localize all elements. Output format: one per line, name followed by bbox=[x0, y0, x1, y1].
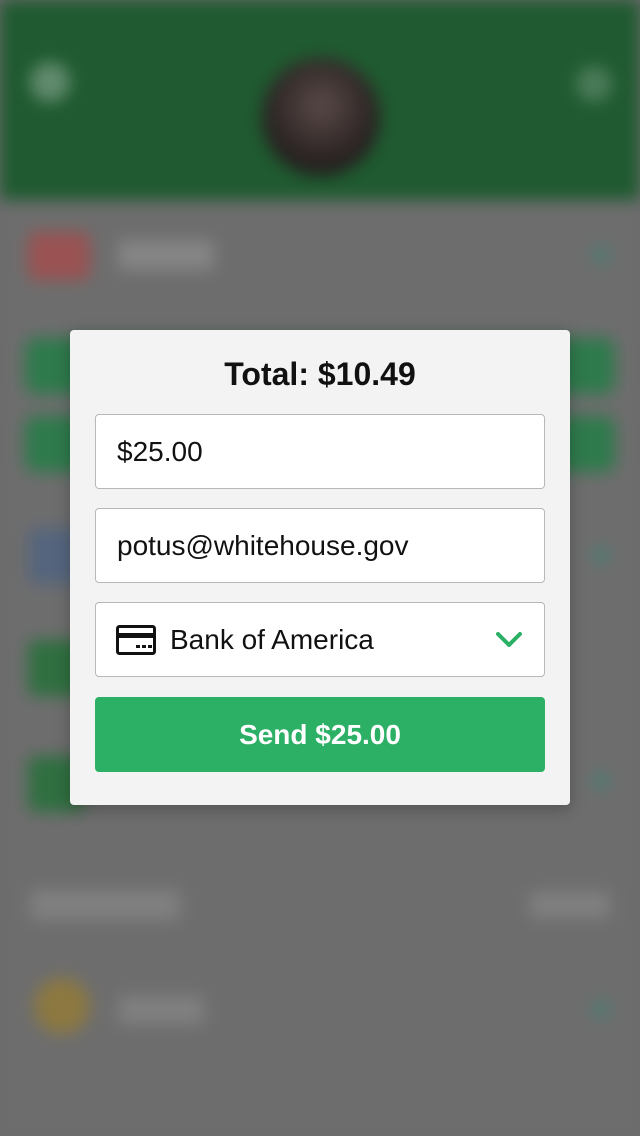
status-bar bbox=[0, 0, 640, 40]
background-text bbox=[30, 890, 180, 920]
payment-method-select[interactable]: Bank of America bbox=[95, 602, 545, 677]
send-button-label: Send $25.00 bbox=[239, 718, 401, 750]
modal-title: Total: $10.49 bbox=[224, 356, 416, 392]
send-button[interactable]: Send $25.00 bbox=[95, 697, 545, 772]
background-text bbox=[530, 892, 610, 918]
amount-value: $25.00 bbox=[117, 435, 203, 467]
payment-modal: Total: $10.49 $25.00 potus@whitehouse.go… bbox=[70, 330, 570, 805]
credit-card-icon bbox=[116, 624, 156, 655]
header-action-icon bbox=[576, 66, 612, 102]
background-chevron-icon bbox=[592, 772, 610, 790]
email-input[interactable]: potus@whitehouse.gov bbox=[95, 508, 545, 583]
background-row-text bbox=[118, 240, 214, 270]
background-orange-icon bbox=[34, 978, 90, 1034]
background-chevron-icon bbox=[592, 1000, 610, 1018]
background-row-icon bbox=[28, 232, 90, 280]
chevron-down-icon[interactable] bbox=[494, 627, 524, 653]
amount-input[interactable]: $25.00 bbox=[95, 414, 545, 489]
background-text bbox=[118, 996, 204, 1024]
background-chevron-icon bbox=[592, 546, 610, 564]
payment-method-label: Bank of America bbox=[170, 623, 374, 655]
menu-icon bbox=[30, 62, 70, 102]
email-value: potus@whitehouse.gov bbox=[117, 529, 409, 561]
avatar bbox=[262, 58, 380, 176]
background-chevron-icon bbox=[592, 246, 610, 264]
